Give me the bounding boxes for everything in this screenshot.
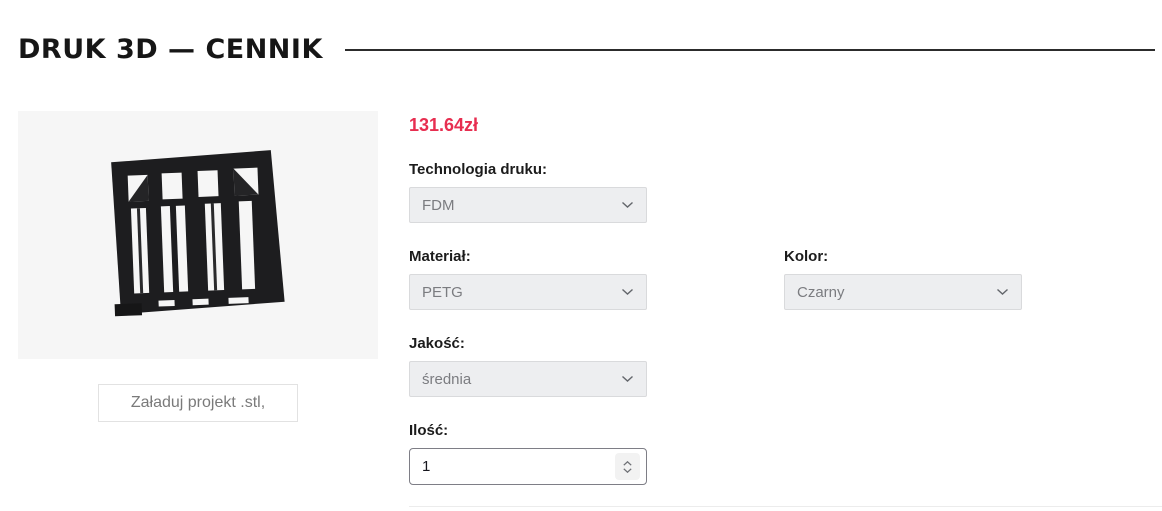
technology-group: Technologia druku: FDM	[409, 161, 1162, 223]
upload-row: Załaduj projekt .stl,	[18, 384, 378, 422]
technology-selected-value: FDM	[422, 196, 455, 214]
chevron-down-icon	[621, 375, 634, 383]
color-select[interactable]: Czarny	[784, 274, 1022, 310]
technology-select[interactable]: FDM	[409, 187, 647, 223]
quality-group: Jakość: średnia	[409, 335, 1162, 397]
product-preview-column: Załaduj projekt .stl,	[18, 111, 378, 507]
model-preview-panel	[18, 111, 378, 359]
color-group: Kolor: Czarny	[784, 248, 1022, 310]
color-selected-value: Czarny	[797, 283, 845, 301]
configurator-form: 131.64zł Technologia druku: FDM Materiał…	[397, 111, 1162, 507]
material-color-row: Materiał: PETG Kolor: Czarny	[409, 223, 1162, 310]
main-content: Załaduj projekt .stl, 131.64zł Technolog…	[0, 111, 1162, 507]
3d-model-preview	[111, 150, 285, 317]
material-select[interactable]: PETG	[409, 274, 647, 310]
material-selected-value: PETG	[422, 283, 463, 301]
page-title: DRUK 3D — CENNIK	[18, 34, 323, 65]
upload-stl-button[interactable]: Załaduj projekt .stl,	[98, 384, 298, 422]
spinner-down-icon[interactable]	[623, 467, 632, 473]
quantity-input[interactable]	[412, 457, 582, 476]
bottom-divider	[409, 506, 1162, 507]
color-label: Kolor:	[784, 248, 829, 265]
product-price: 131.64zł	[409, 115, 479, 135]
technology-label: Technologia druku:	[409, 161, 548, 178]
quality-label: Jakość:	[409, 335, 465, 352]
material-group: Materiał: PETG	[409, 248, 647, 310]
spinner-up-icon[interactable]	[623, 460, 632, 466]
spinner-up-down-icon[interactable]	[615, 453, 640, 480]
title-rule	[344, 48, 1155, 51]
material-label: Materiał:	[409, 248, 471, 265]
quantity-group: Ilość:	[409, 422, 1162, 485]
chevron-down-icon	[621, 288, 634, 296]
quality-selected-value: średnia	[422, 370, 472, 388]
quality-select[interactable]: średnia	[409, 361, 647, 397]
chevron-down-icon	[621, 201, 634, 209]
chevron-down-icon	[996, 288, 1009, 296]
quantity-field	[409, 448, 647, 485]
page-header: DRUK 3D — CENNIK	[0, 0, 1162, 65]
quantity-label: Ilość:	[409, 422, 449, 439]
